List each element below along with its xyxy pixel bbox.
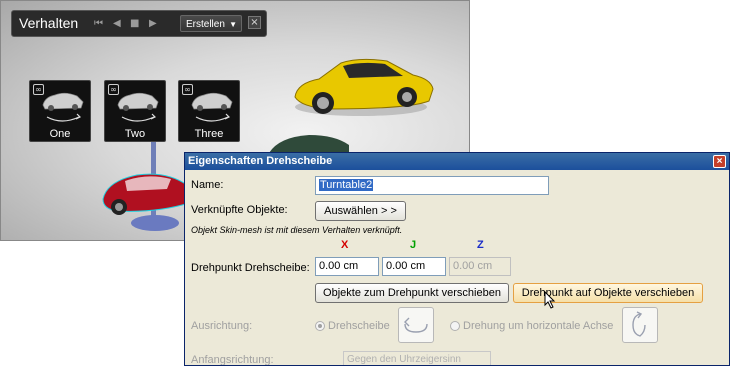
dark-car-model[interactable] [269, 133, 349, 153]
start-direction-select[interactable]: Gegen den Uhrzeigersinn [343, 351, 491, 365]
y-axis-label: J [410, 239, 417, 251]
create-dropdown-button[interactable]: Erstellen ▼ [180, 15, 242, 32]
skip-start-icon[interactable]: ⏮ [94, 17, 103, 31]
close-icon[interactable]: × [713, 155, 726, 168]
horizontal-axis-option-label: Drehung um horizontale Achse [463, 320, 614, 332]
behaviors-toolbar: Verhalten ⏮ ◀ ■ ▶ Erstellen ▼ × [11, 10, 267, 37]
pivot-label: Drehpunkt Drehscheibe: [191, 262, 310, 274]
car-turntable-icon [191, 92, 233, 122]
play-icon[interactable]: ▶ [149, 17, 157, 31]
move-pivot-to-objects-button[interactable]: Drehpunkt auf Objekte verschieben [513, 283, 703, 303]
start-direction-value: Gegen den Uhrzeigersinn [347, 354, 461, 365]
car-turntable-icon [117, 92, 159, 122]
behavior-label: One [49, 128, 71, 140]
behavior-thumb-two[interactable]: ∞ Two [104, 80, 166, 142]
yellow-car-model[interactable] [289, 53, 439, 119]
behaviors-title: Verhalten [19, 15, 79, 31]
stop-icon[interactable]: ■ [130, 17, 139, 31]
z-axis-label: Z [477, 239, 484, 251]
name-label: Name: [191, 179, 224, 191]
turntable-orientation-icon[interactable] [398, 307, 434, 343]
behavior-thumb-one[interactable]: ∞ One [29, 80, 91, 142]
dialog-titlebar: Eigenschaften Drehscheibe × [185, 153, 729, 170]
turntable-option-label: Drehscheibe [328, 320, 390, 332]
linked-note: Objekt Skin-mesh ist mit diesem Verhalte… [191, 225, 403, 235]
create-button-label: Erstellen [186, 19, 225, 30]
start-direction-label: Anfangsrichtung: [191, 354, 274, 366]
pivot-y-field[interactable]: 0.00 cm [382, 257, 446, 276]
behavior-label: Two [124, 128, 146, 140]
dialog-title: Eigenschaften Drehscheibe [188, 155, 333, 167]
x-axis-label: X [341, 239, 349, 251]
pivot-x-field[interactable]: 0.00 cm [315, 257, 379, 276]
turntable-radio[interactable] [315, 321, 325, 331]
mouse-pointer-icon [544, 291, 556, 309]
orientation-label: Ausrichtung: [191, 320, 253, 332]
move-objects-to-pivot-button[interactable]: Objekte zum Drehpunkt verschieben [315, 283, 509, 303]
horizontal-axis-radio[interactable] [450, 321, 460, 331]
chevron-down-icon: ▼ [229, 20, 237, 29]
car-turntable-icon [42, 92, 84, 122]
close-icon[interactable]: × [248, 16, 261, 29]
behavior-thumb-three[interactable]: ∞ Three [178, 80, 240, 142]
linked-objects-label: Verknüpfte Objekte: [191, 204, 288, 216]
name-value: Turntable2 [319, 179, 374, 191]
red-car-model[interactable] [97, 141, 197, 241]
horizontal-rotation-icon[interactable] [622, 307, 658, 343]
name-field[interactable]: Turntable2 [315, 176, 549, 195]
behavior-label: Three [194, 128, 224, 140]
select-objects-button[interactable]: Auswählen > > [315, 201, 406, 221]
step-back-icon[interactable]: ◀ [113, 17, 121, 31]
pivot-z-field[interactable]: 0.00 cm [449, 257, 511, 276]
turntable-properties-dialog: Eigenschaften Drehscheibe × Name: Turnta… [184, 152, 730, 366]
